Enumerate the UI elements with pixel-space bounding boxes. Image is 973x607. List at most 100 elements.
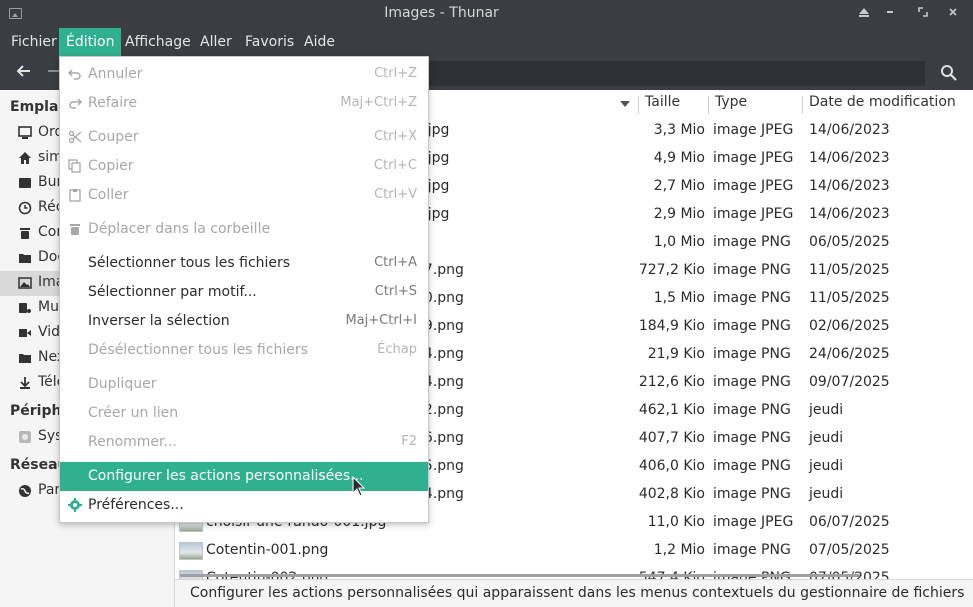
- undo-icon: [67, 67, 82, 81]
- file-size: 406,0 Kio: [638, 458, 705, 474]
- menu-item-select-by-pattern[interactable]: Sélectionner par motif... Ctrl+S: [60, 278, 428, 307]
- paste-icon: [68, 188, 82, 202]
- file-type: image JPEG: [713, 206, 794, 222]
- menu-item-preferences[interactable]: Préférences...: [60, 491, 428, 520]
- computer-icon: [18, 126, 32, 140]
- menu-bar: Fichier Édition Affichage Aller Favoris …: [0, 28, 973, 56]
- document-icon: [18, 251, 32, 265]
- menu-item-label: Annuler: [88, 66, 143, 82]
- column-separator[interactable]: [638, 96, 639, 114]
- menu-item-label: Copier: [88, 158, 134, 174]
- sidebar-item-label: Par: [38, 482, 61, 498]
- file-type: image PNG: [713, 318, 791, 334]
- image-icon: [18, 276, 32, 290]
- menu-item-shortcut: Ctrl+Z: [374, 66, 417, 81]
- menu-item-unselect-all[interactable]: Désélectionner tous les fichiers Échap: [60, 336, 428, 365]
- column-header-size[interactable]: Taille: [645, 94, 680, 116]
- minimize-icon[interactable]: [880, 4, 900, 24]
- menu-item-shortcut: Ctrl+A: [374, 255, 417, 270]
- menu-aller[interactable]: Aller: [193, 28, 239, 56]
- file-size: 21,9 Kio: [647, 346, 705, 362]
- file-name: Cotentin-001.png: [206, 542, 329, 558]
- menu-item-label: Sélectionner par motif...: [88, 284, 257, 300]
- menu-item-undo[interactable]: Annuler Ctrl+Z: [60, 60, 428, 89]
- file-date: 24/06/2025: [809, 346, 890, 362]
- file-date: 06/07/2025: [809, 514, 890, 530]
- file-date: 06/05/2025: [809, 234, 890, 250]
- title-bar: Images - Thunar: [0, 0, 973, 28]
- horizontal-scrollbar[interactable]: [175, 572, 973, 578]
- column-separator[interactable]: [708, 96, 709, 114]
- menu-item-copy[interactable]: Copier Ctrl+C: [60, 152, 428, 181]
- menu-item-paste[interactable]: Coller Ctrl+V: [60, 181, 428, 210]
- menu-favoris[interactable]: Favoris: [238, 28, 301, 56]
- file-type: image PNG: [713, 262, 791, 278]
- close-icon[interactable]: [943, 4, 963, 24]
- menu-item-shortcut: Maj+Ctrl+I: [345, 313, 417, 328]
- preferences-icon: [68, 498, 82, 512]
- menu-item-label: Désélectionner tous les fichiers: [88, 342, 308, 358]
- menu-item-shortcut: F2: [401, 434, 417, 449]
- menu-item-move-to-trash[interactable]: Déplacer dans la corbeille: [60, 215, 428, 244]
- file-type: image PNG: [713, 486, 791, 502]
- redo-icon: [68, 96, 83, 110]
- menu-item-label: Refaire: [88, 95, 138, 111]
- menu-item-duplicate[interactable]: Dupliquer: [60, 370, 428, 399]
- file-size: 11,0 Kio: [647, 514, 705, 530]
- sort-descending-icon[interactable]: [620, 101, 630, 107]
- menu-edition[interactable]: Édition: [59, 28, 122, 56]
- file-date: 14/06/2023: [809, 150, 890, 166]
- drive-icon: [18, 430, 32, 444]
- menu-item-label: Créer un lien: [88, 405, 179, 421]
- search-icon[interactable]: [940, 64, 958, 82]
- column-header-date[interactable]: Date de modification: [809, 94, 956, 116]
- file-type: image JPEG: [713, 122, 794, 138]
- file-row[interactable]: Cotentin-001.png 1,2 Mio image PNG 07/05…: [175, 537, 973, 565]
- download-icon: [18, 376, 32, 390]
- column-header-type[interactable]: Type: [715, 94, 747, 116]
- menu-affichage[interactable]: Affichage: [118, 28, 198, 56]
- file-type: image PNG: [713, 346, 791, 362]
- file-type: image PNG: [713, 402, 791, 418]
- menu-item-configure-custom-actions[interactable]: Configurer les actions personnalisées...: [60, 462, 428, 491]
- menu-aide[interactable]: Aide: [297, 28, 342, 56]
- maximize-icon[interactable]: [913, 4, 933, 24]
- window-title: Images - Thunar: [384, 5, 499, 21]
- file-date: 02/06/2025: [809, 318, 890, 334]
- back-arrow-icon[interactable]: [14, 63, 34, 83]
- menu-item-redo[interactable]: Refaire Maj+Ctrl+Z: [60, 89, 428, 118]
- mouse-pointer-icon: [352, 475, 366, 498]
- menu-item-invert-selection[interactable]: Inverser la sélection Maj+Ctrl+I: [60, 307, 428, 336]
- column-separator[interactable]: [802, 96, 803, 114]
- file-size: 184,9 Kio: [638, 318, 705, 334]
- cut-icon: [68, 130, 82, 144]
- video-icon: [18, 326, 32, 340]
- menu-item-select-all[interactable]: Sélectionner tous les fichiers Ctrl+A: [60, 249, 428, 278]
- location-bar[interactable]: [420, 61, 925, 86]
- file-size: 3,3 Mio: [653, 122, 705, 138]
- menu-fichier[interactable]: Fichier: [4, 28, 64, 56]
- sidebar-item-label: Mu: [38, 299, 59, 315]
- file-type: image PNG: [713, 542, 791, 558]
- menu-item-shortcut: Échap: [377, 342, 417, 357]
- file-date: 14/06/2023: [809, 122, 890, 138]
- network-icon: [18, 484, 32, 498]
- scrollbar-thumb[interactable]: [180, 574, 860, 577]
- file-size: 1,2 Mio: [653, 542, 705, 558]
- menu-item-label: Configurer les actions personnalisées...: [88, 468, 364, 484]
- file-date: 07/05/2025: [809, 542, 890, 558]
- menu-item-label: Inverser la sélection: [88, 313, 230, 329]
- status-bar: Configurer les actions personnalisées qu…: [175, 574, 973, 607]
- menu-item-cut[interactable]: Couper Ctrl+X: [60, 123, 428, 152]
- file-type: image PNG: [713, 234, 791, 250]
- file-size: 212,6 Kio: [638, 374, 705, 390]
- file-date: 11/05/2025: [809, 290, 890, 306]
- menu-item-create-link[interactable]: Créer un lien: [60, 399, 428, 428]
- shade-icon[interactable]: [854, 4, 874, 24]
- folder-icon: [18, 351, 32, 365]
- trash-icon: [68, 222, 82, 236]
- file-size: 1,0 Mio: [653, 234, 705, 250]
- copy-icon: [68, 159, 82, 173]
- home-icon: [18, 151, 32, 165]
- menu-item-rename[interactable]: Renommer... F2: [60, 428, 428, 457]
